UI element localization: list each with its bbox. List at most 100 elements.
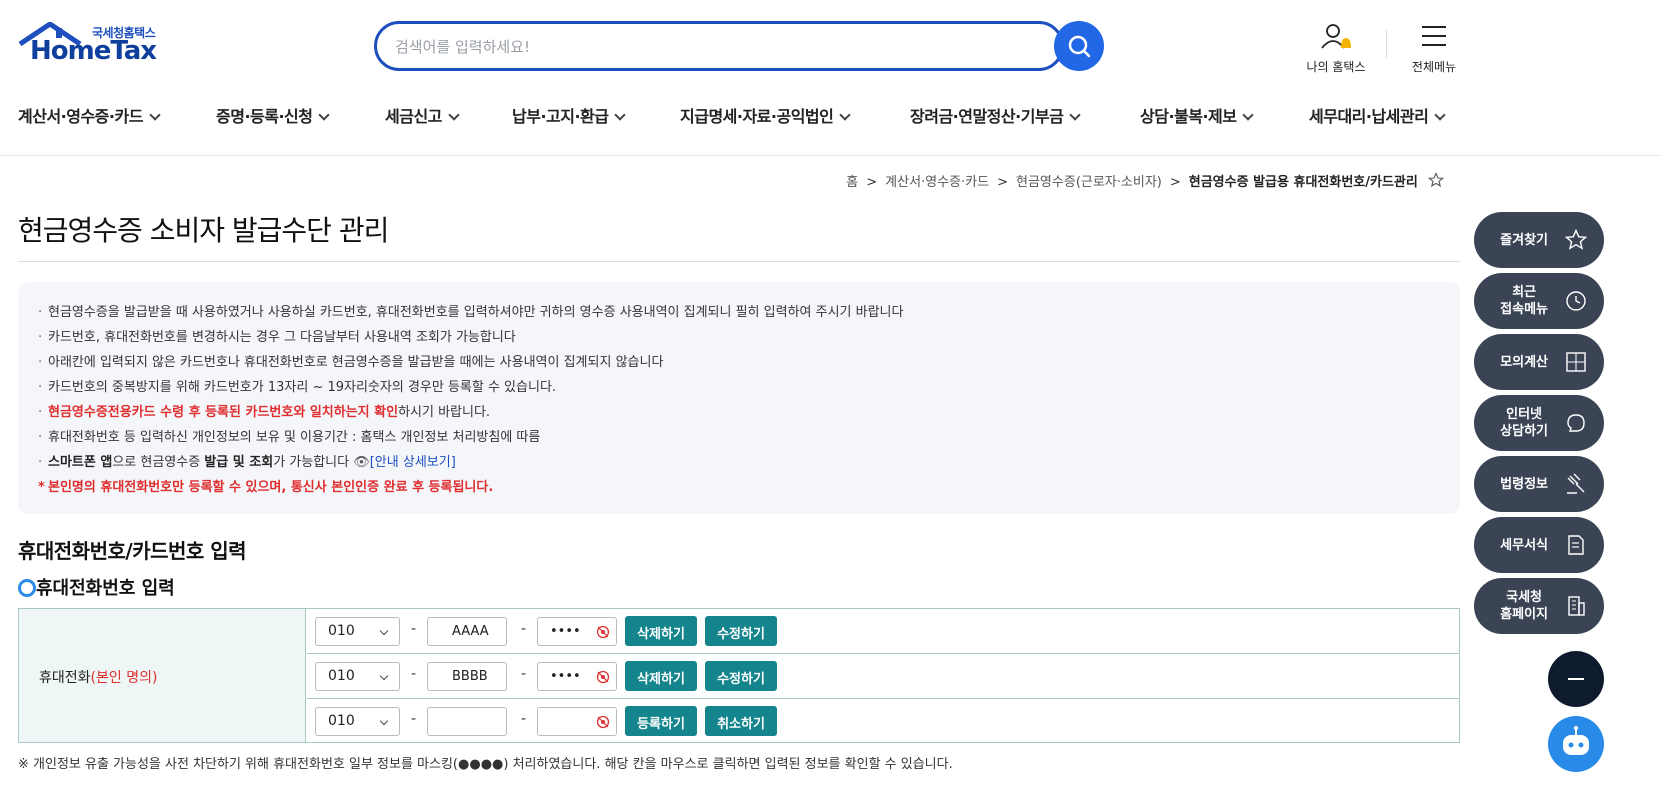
nav-item-statements[interactable]: 지급명세·자료·공익법인 — [680, 103, 852, 127]
notice-warning-text: 현금영수증전용카드 수령 후 등록된 카드번호와 일치하는지 확인 — [48, 405, 399, 420]
eye-toggle-icon[interactable] — [596, 715, 610, 729]
calculator-icon — [1566, 352, 1586, 372]
nav-item-certificates[interactable]: 증명·등록·신청 — [216, 103, 331, 127]
dash: - — [521, 666, 527, 682]
quick-consult-button[interactable]: 인터넷 상담하기 — [1474, 395, 1604, 451]
notice-text: 가 가능합니다 — [273, 455, 354, 470]
guide-detail-link[interactable]: [안내 상세보기] — [370, 455, 456, 470]
chevron-down-icon — [1434, 109, 1447, 121]
notice-text: 하시기 바랍니다. — [398, 405, 491, 420]
phone-row: 010 - BBBB - •••• 삭제하기 수정하기 — [307, 654, 1459, 699]
hometax-logo[interactable]: 국세청홈택스 HomeTax — [18, 22, 168, 72]
breadcrumb-separator: > — [1169, 175, 1181, 190]
search-button[interactable] — [1054, 21, 1104, 71]
notice-box: 현금영수증을 발급받을 때 사용하였거나 사용하실 카드번호, 휴대전화번호를 … — [18, 282, 1460, 514]
phone-middle-field[interactable] — [427, 707, 507, 736]
chatbot-icon — [1563, 726, 1589, 755]
notice-bold-text: 스마트폰 앱 — [48, 455, 113, 470]
notice-text: 으로 현금영수증 — [112, 455, 205, 470]
quick-law-button[interactable]: 법령정보 — [1474, 456, 1604, 512]
section-title: 휴대전화번호/카드번호 입력 — [18, 539, 247, 563]
breadcrumb-item[interactable]: 현금영수증(근로자·소비자) — [1016, 171, 1162, 190]
quick-label: 세무서식 — [1500, 537, 1548, 553]
notice-item: 본인명의 휴대전화번호만 등록할 수 있으며, 통신사 본인인증 완료 후 등록… — [38, 475, 1440, 500]
title-divider — [18, 261, 1460, 262]
notice-bold-text: 발급 및 조회 — [204, 455, 274, 470]
phone-prefix-select[interactable]: 010 — [315, 662, 400, 691]
phone-table-header: 휴대전화(본인 명의) — [19, 609, 306, 742]
header: 국세청홈택스 HomeTax 나의 홈택스 전체메뉴 계산서·영수증·카드 증명… — [0, 0, 1661, 156]
clock-icon — [1566, 291, 1586, 311]
chevron-down-icon — [448, 109, 460, 121]
quick-label: 인터넷 상담하기 — [1500, 407, 1548, 439]
breadcrumb-item[interactable]: 계산서·영수증·카드 — [885, 171, 989, 190]
nav-item-tax-filing[interactable]: 세금신고 — [385, 103, 460, 127]
breadcrumb-separator: > — [866, 175, 878, 190]
dash: - — [411, 711, 417, 727]
delete-button[interactable]: 삭제하기 — [625, 616, 697, 646]
nav-item-payment[interactable]: 납부·고지·환급 — [512, 103, 627, 127]
phone-middle-field[interactable]: BBBB — [427, 662, 507, 691]
quick-calc-button[interactable]: 모의계산 — [1474, 334, 1604, 390]
quick-forms-button[interactable]: 세무서식 — [1474, 517, 1604, 573]
phone-prefix-select[interactable]: 010 — [315, 617, 400, 646]
quick-nts-home-button[interactable]: 국세청 홈페이지 — [1474, 578, 1604, 634]
edit-button[interactable]: 수정하기 — [705, 616, 777, 646]
eye-toggle-icon[interactable] — [596, 625, 610, 639]
quick-label: 법령정보 — [1500, 476, 1548, 492]
breadcrumb-current: 현금영수증 발급용 휴대전화번호/카드관리 — [1188, 175, 1418, 190]
search-input[interactable] — [395, 34, 995, 60]
nav-item-agent[interactable]: 세무대리·납세관리 — [1309, 103, 1447, 127]
quick-label: 최근 접속메뉴 — [1500, 285, 1548, 317]
my-hometax-label: 나의 홈택스 — [1306, 60, 1366, 74]
edit-button[interactable]: 수정하기 — [705, 661, 777, 691]
nav-label: 상담·불복·제보 — [1140, 107, 1237, 126]
quick-favorites-button[interactable]: 즐겨찾기 — [1474, 212, 1604, 268]
subsection-title: 휴대전화번호 입력 — [18, 574, 175, 600]
main-nav: 계산서·영수증·카드 증명·등록·신청 세금신고 납부·고지·환급 지급명세·자… — [0, 103, 1480, 131]
phone-last-field[interactable]: •••• — [537, 662, 617, 691]
my-hometax-button[interactable]: 나의 홈택스 — [1291, 22, 1381, 75]
page-title: 현금영수증 소비자 발급수단 관리 — [18, 214, 389, 247]
eye-icon: 👁 — [353, 455, 370, 470]
chevron-down-icon — [1242, 109, 1255, 121]
cancel-button[interactable]: 취소하기 — [705, 706, 777, 736]
gavel-icon — [1567, 473, 1585, 494]
masking-note: ※ 개인정보 유출 가능성을 사전 차단하기 위해 휴대전화번호 일부 정보를 … — [18, 757, 953, 772]
nav-label: 증명·등록·신청 — [216, 107, 313, 126]
masked-value: •••• — [550, 624, 581, 639]
dash: - — [411, 666, 417, 682]
nav-item-consulting[interactable]: 상담·불복·제보 — [1140, 103, 1255, 127]
nav-label: 장려금·연말정산·기부금 — [910, 107, 1064, 126]
breadcrumb-home[interactable]: 홈 — [846, 171, 858, 190]
eye-toggle-icon[interactable] — [596, 670, 610, 684]
phone-label-owner: (본인 명의) — [90, 670, 158, 686]
phone-prefix-select[interactable]: 010 — [315, 707, 400, 736]
notice-item: 카드번호, 휴대전화번호를 변경하시는 경우 그 다음날부터 사용내역 조회가 … — [38, 325, 1440, 350]
quick-label: 즐겨찾기 — [1500, 232, 1548, 248]
chevron-down-icon — [149, 109, 161, 121]
quick-label: 국세청 홈페이지 — [1500, 590, 1548, 622]
notice-item: 아래칸에 입력되지 않은 카드번호나 휴대전화번호로 현금영수증을 발급받을 때… — [38, 350, 1440, 375]
header-divider — [1386, 30, 1387, 58]
breadcrumb-separator: > — [997, 175, 1009, 190]
delete-button[interactable]: 삭제하기 — [625, 661, 697, 691]
chevron-down-icon — [614, 109, 627, 121]
favorite-star-icon[interactable] — [1427, 172, 1445, 188]
all-menu-button[interactable]: 전체메뉴 — [1389, 22, 1479, 75]
chevron-down-icon — [318, 109, 331, 121]
collapse-quick-menu-button[interactable] — [1548, 651, 1604, 707]
quick-recent-button[interactable]: 최근 접속메뉴 — [1474, 273, 1604, 329]
phone-row: 010 - AAAA - •••• 삭제하기 수정하기 — [307, 609, 1459, 654]
phone-last-field[interactable]: •••• — [537, 617, 617, 646]
search-box — [374, 21, 1064, 71]
chatbot-button[interactable] — [1548, 716, 1604, 772]
nav-label: 세금신고 — [385, 107, 442, 126]
phone-last-field[interactable] — [537, 707, 617, 736]
notice-item: 현금영수증전용카드 수령 후 등록된 카드번호와 일치하는지 확인하시기 바랍니… — [38, 400, 1440, 425]
nav-item-incentives[interactable]: 장려금·연말정산·기부금 — [910, 103, 1082, 127]
register-button[interactable]: 등록하기 — [625, 706, 697, 736]
nav-item-receipts[interactable]: 계산서·영수증·카드 — [18, 103, 161, 127]
phone-middle-field[interactable]: AAAA — [427, 617, 507, 646]
building-icon — [1568, 596, 1585, 616]
